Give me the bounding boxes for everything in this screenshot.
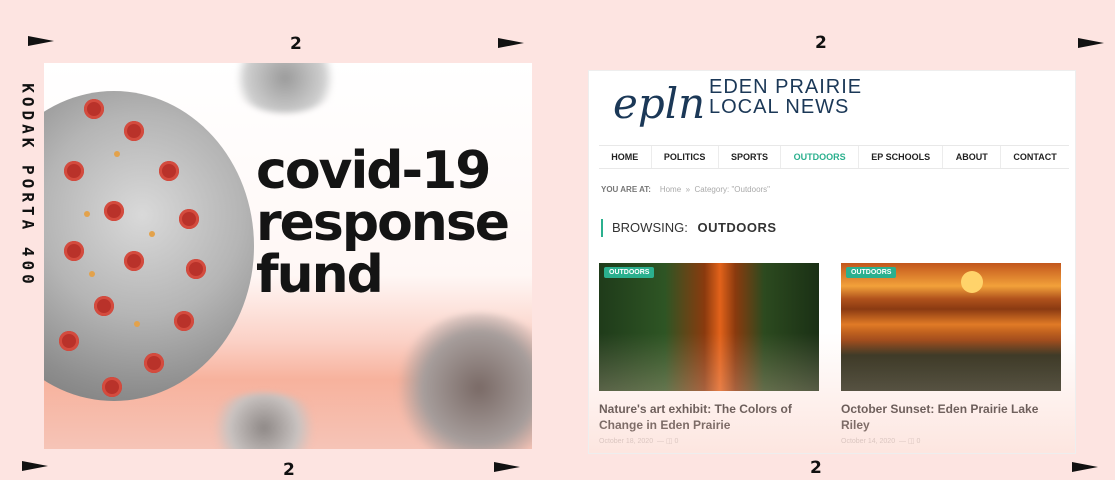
virus-image	[394, 313, 532, 449]
frame-number-bottom-left: 2	[283, 460, 295, 480]
browsing-label: BROWSING:	[612, 220, 688, 235]
article-card[interactable]: OUTDOORS October Sunset: Eden Prairie La…	[841, 263, 1061, 445]
virus-image	[204, 393, 324, 449]
article-tag[interactable]: OUTDOORS	[846, 267, 897, 278]
virus-image	[44, 91, 254, 401]
film-arrow-icon	[22, 461, 48, 471]
article-meta: October 18, 2020 — ◫ 0	[599, 438, 679, 445]
browsing-category: OUTDOORS	[697, 220, 777, 235]
film-brand-left: KODAK PORTA 400	[18, 83, 38, 288]
article-image[interactable]: OUTDOORS	[599, 263, 819, 391]
breadcrumb: YOU ARE AT: Home » Category: "Outdoors"	[601, 185, 770, 194]
comment-icon: ◫	[907, 438, 915, 445]
article-title[interactable]: October Sunset: Eden Prairie Lake Riley	[841, 401, 1061, 433]
film-arrow-icon	[1072, 462, 1098, 472]
article-tag[interactable]: OUTDOORS	[604, 267, 655, 278]
site-header: epln EDEN PRAIRIE LOCAL NEWS	[589, 71, 1075, 143]
breadcrumb-home-link[interactable]: Home	[660, 185, 681, 194]
article-date: October 14, 2020	[841, 438, 896, 445]
comment-icon: ◫	[665, 438, 673, 445]
main-nav: HOME POLITICS SPORTS OUTDOORS EP SCHOOLS…	[599, 145, 1069, 169]
nav-politics[interactable]: POLITICS	[650, 146, 718, 168]
article-title[interactable]: Nature's art exhibit: The Colors of Chan…	[599, 401, 819, 433]
article-image[interactable]: OUTDOORS	[841, 263, 1061, 391]
breadcrumb-prefix: YOU ARE AT:	[601, 185, 651, 194]
article-comments: 0	[674, 438, 679, 445]
covid-fund-title: covid-19 response fund	[256, 141, 510, 305]
site-logo[interactable]: epln	[613, 79, 705, 128]
film-arrow-icon	[28, 36, 54, 46]
breadcrumb-current: Category: "Outdoors"	[694, 185, 771, 194]
article-comments: 0	[916, 438, 921, 445]
site-logo-text: EDEN PRAIRIE LOCAL NEWS	[709, 76, 863, 118]
nav-sports[interactable]: SPORTS	[717, 146, 781, 168]
virus-image	[230, 63, 340, 113]
film-arrow-icon	[498, 38, 524, 48]
film-arrow-icon	[494, 462, 520, 472]
frame-number-bottom-right: 2	[810, 458, 822, 478]
nav-contact[interactable]: CONTACT	[1000, 146, 1069, 168]
covid-fund-card: covid-19 response fund	[44, 63, 532, 449]
browsing-heading: BROWSING: OUTDOORS	[601, 219, 777, 237]
frame-number-top-right: 2	[815, 33, 827, 53]
article-date: October 18, 2020	[599, 438, 654, 445]
frame-number-top-left: 2	[290, 34, 302, 54]
news-website: epln EDEN PRAIRIE LOCAL NEWS HOME POLITI…	[588, 70, 1076, 454]
nav-ep-schools[interactable]: EP SCHOOLS	[857, 146, 942, 168]
nav-home[interactable]: HOME	[599, 146, 651, 168]
sun-icon	[961, 271, 983, 293]
article-card[interactable]: OUTDOORS Nature's art exhibit: The Color…	[599, 263, 819, 445]
nav-about[interactable]: ABOUT	[942, 146, 1000, 168]
film-arrow-icon	[1078, 38, 1104, 48]
article-meta: October 14, 2020 — ◫ 0	[841, 438, 921, 445]
breadcrumb-separator: »	[685, 185, 691, 194]
nav-outdoors[interactable]: OUTDOORS	[780, 146, 858, 168]
